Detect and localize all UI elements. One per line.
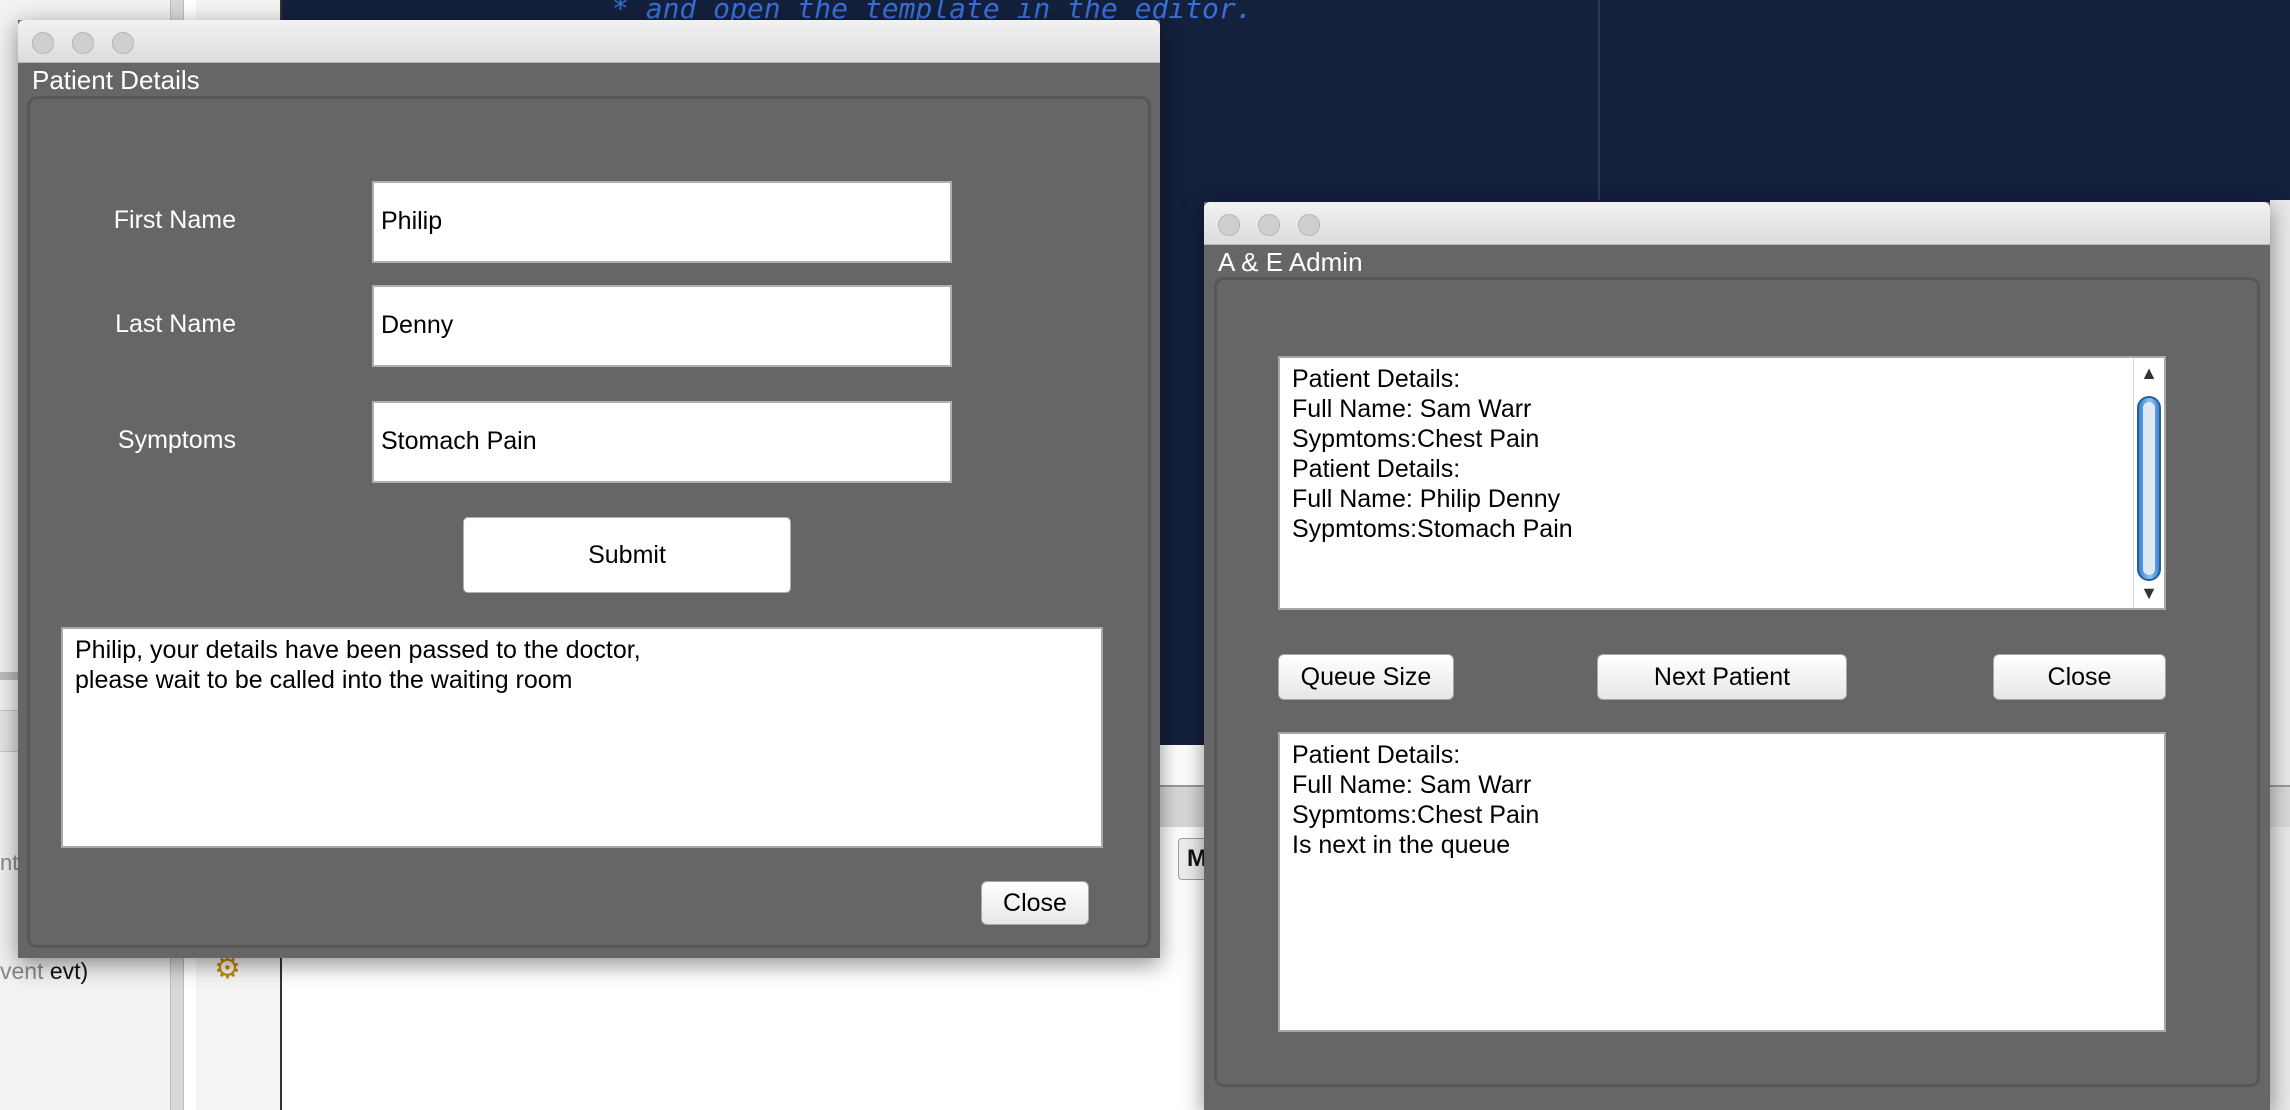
window-titlebar[interactable] <box>18 20 1160 63</box>
next-line: Is next in the queue <box>1292 831 1511 859</box>
queue-line: Full Name: Sam Warr <box>1292 395 1532 423</box>
next-line: Patient Details: <box>1292 741 1461 769</box>
ae-admin-window: A & E Admin Patient Details: Full Name: … <box>1204 202 2270 1110</box>
submit-button[interactable]: Submit <box>463 517 791 593</box>
queue-line: Full Name: Philip Denny <box>1292 485 1561 513</box>
scroll-down-icon[interactable]: ▼ <box>2138 582 2160 604</box>
scroll-thumb[interactable] <box>2137 396 2161 581</box>
queue-line: Patient Details: <box>1292 455 1461 483</box>
first-name-label: First Name <box>113 206 236 234</box>
queue-size-button[interactable]: Queue Size <box>1278 654 1454 700</box>
window-title: Patient Details <box>32 65 200 95</box>
vertical-scrollbar[interactable]: ▲ ▼ <box>2133 358 2164 608</box>
next-patient-area[interactable]: Patient Details: Full Name: Sam Warr Syp… <box>1278 732 2166 1032</box>
ide-left-text: nt <box>0 850 19 875</box>
last-name-field[interactable]: Denny <box>372 285 952 367</box>
minimize-window-icon[interactable] <box>1258 214 1280 236</box>
patient-message-area[interactable]: Philip, your details have been passed to… <box>61 627 1103 848</box>
close-window-icon[interactable] <box>1218 214 1240 236</box>
first-name-field[interactable]: Philip <box>372 181 952 263</box>
symptoms-field[interactable]: Stomach Pain <box>372 401 952 483</box>
queue-list-area[interactable]: Patient Details: Full Name: Sam Warr Syp… <box>1278 356 2166 610</box>
minimize-window-icon[interactable] <box>72 32 94 54</box>
queue-line: Sypmtoms:Stomach Pain <box>1292 515 1573 543</box>
zoom-window-icon[interactable] <box>1298 214 1320 236</box>
symptoms-label: Symptoms <box>117 426 236 454</box>
patient-details-window: Patient Details First Name Philip Last N… <box>18 20 1160 958</box>
message-line: please wait to be called into the waitin… <box>75 666 573 694</box>
message-line: Philip, your details have been passed to… <box>75 636 641 664</box>
ide-method-prefix: vent <box>0 958 50 984</box>
queue-line: Sypmtoms:Chest Pain <box>1292 425 1540 453</box>
close-button[interactable]: Close <box>1993 654 2166 700</box>
window-title: A & E Admin <box>1218 247 1363 277</box>
close-window-icon[interactable] <box>32 32 54 54</box>
scroll-up-icon[interactable]: ▲ <box>2138 362 2160 384</box>
window-titlebar[interactable] <box>1204 202 2270 245</box>
ide-right-strip <box>2270 200 2290 1110</box>
ide-method-param: evt) <box>49 958 89 984</box>
ide-method-signature: vent evt) <box>0 958 88 985</box>
editor-margin-line <box>1598 0 1600 200</box>
zoom-window-icon[interactable] <box>112 32 134 54</box>
next-patient-button[interactable]: Next Patient <box>1597 654 1847 700</box>
next-line: Full Name: Sam Warr <box>1292 771 1532 799</box>
queue-line: Patient Details: <box>1292 365 1461 393</box>
last-name-label: Last Name <box>115 310 236 338</box>
close-button[interactable]: Close <box>981 881 1089 925</box>
next-line: Sypmtoms:Chest Pain <box>1292 801 1540 829</box>
